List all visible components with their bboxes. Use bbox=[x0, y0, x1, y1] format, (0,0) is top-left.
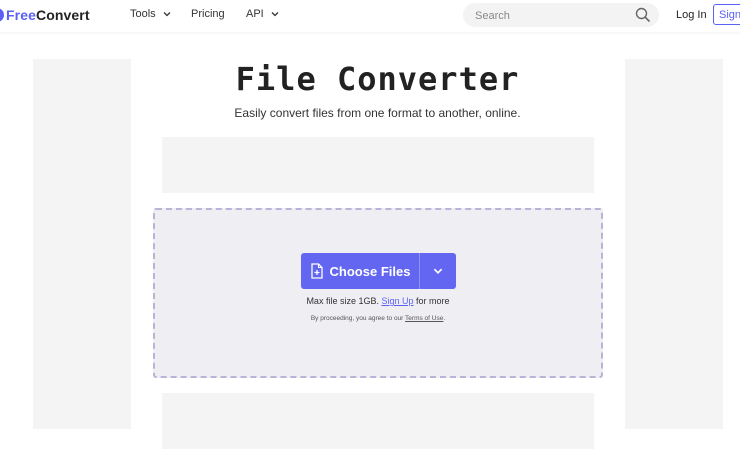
choose-files-button[interactable]: Choose Files bbox=[301, 253, 420, 289]
terms-of-use-link[interactable]: Terms of Use bbox=[405, 315, 443, 322]
nav-api[interactable]: API bbox=[246, 8, 280, 20]
max-file-size-note: Max file size 1GB. Sign Up for more bbox=[153, 296, 603, 306]
page-title: File Converter bbox=[235, 60, 520, 98]
page-subtitle: Easily convert files from one format to … bbox=[234, 106, 521, 120]
nav-pricing[interactable]: Pricing bbox=[191, 8, 225, 20]
terms-text: By proceeding, you agree to our bbox=[310, 315, 404, 322]
choose-source-dropdown[interactable] bbox=[420, 253, 456, 289]
logo-text: FreeConvert bbox=[6, 7, 90, 23]
right-ad-slot bbox=[625, 59, 723, 429]
max-size-text: Max file size 1GB. bbox=[306, 296, 379, 306]
terms-note: By proceeding, you agree to our Terms of… bbox=[153, 315, 603, 322]
logo-mark-icon bbox=[0, 8, 4, 22]
choose-files-label: Choose Files bbox=[329, 263, 411, 279]
top-header: FreeConvert Tools Pricing API Log In Sig… bbox=[0, 0, 740, 32]
signup-link[interactable]: Sign Up bbox=[381, 296, 413, 306]
bottom-ad-slot bbox=[162, 393, 594, 449]
max-size-suffix: for more bbox=[416, 296, 450, 306]
nav-api-label: API bbox=[246, 8, 264, 20]
file-plus-icon bbox=[310, 263, 323, 279]
chevron-down-icon bbox=[433, 268, 443, 274]
search-bar bbox=[463, 3, 659, 27]
chevron-down-icon bbox=[271, 12, 279, 17]
chevron-down-icon bbox=[163, 12, 171, 17]
login-link[interactable]: Log In bbox=[676, 9, 707, 21]
choose-files-button-group: Choose Files bbox=[301, 253, 456, 289]
terms-period: . bbox=[443, 315, 446, 322]
freeconvert-logo[interactable]: FreeConvert bbox=[0, 6, 90, 24]
top-ad-slot bbox=[162, 137, 594, 193]
nav-tools-label: Tools bbox=[130, 8, 156, 20]
nav-pricing-label: Pricing bbox=[191, 8, 225, 20]
left-ad-slot bbox=[33, 59, 131, 429]
signup-button[interactable]: Sign bbox=[713, 4, 740, 25]
file-dropzone[interactable] bbox=[153, 208, 603, 378]
search-input[interactable] bbox=[473, 5, 627, 27]
nav-tools[interactable]: Tools bbox=[130, 8, 172, 20]
search-icon[interactable] bbox=[635, 7, 651, 23]
